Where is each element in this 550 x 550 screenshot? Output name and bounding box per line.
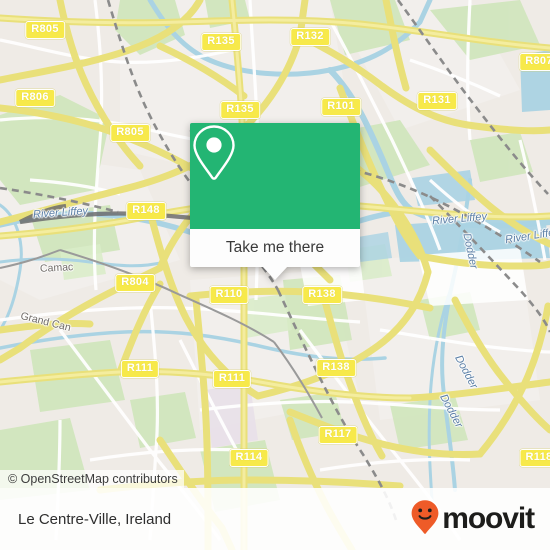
road-shield[interactable]: R804 — [115, 274, 155, 292]
road-shield[interactable]: R138 — [302, 286, 342, 304]
road-shield[interactable]: R135 — [220, 101, 260, 119]
road-shield[interactable]: R148 — [126, 202, 166, 220]
take-me-there-label: Take me there — [225, 239, 325, 256]
road-shield[interactable]: R117 — [318, 426, 358, 444]
moovit-wordmark: moovit — [442, 502, 535, 535]
road-shield[interactable]: R111 — [120, 360, 160, 378]
osm-attribution-text: © OpenStreetMap contributors — [8, 472, 178, 486]
popup-tail-pointer — [262, 266, 288, 280]
destination-popup: Take me there — [190, 123, 360, 280]
moovit-logo[interactable]: moovit — [410, 499, 535, 540]
take-me-there-button[interactable]: Take me there — [190, 229, 360, 267]
popup-image-panel — [190, 123, 360, 229]
road-shield[interactable]: R131 — [417, 92, 457, 110]
road-shield[interactable]: R807 — [519, 53, 550, 71]
map-canvas[interactable]: R805 R135 R132 R806 R135 R101 R131 R807 … — [0, 0, 550, 550]
road-shield[interactable]: R138 — [316, 359, 356, 377]
road-shield[interactable]: R101 — [321, 98, 361, 116]
osm-attribution[interactable]: © OpenStreetMap contributors — [0, 470, 184, 488]
road-shield[interactable]: R114 — [229, 449, 269, 467]
road-shield[interactable]: R806 — [15, 89, 55, 107]
road-shield[interactable]: R805 — [110, 124, 150, 142]
road-shield[interactable]: R111 — [212, 370, 252, 388]
road-shield[interactable]: R132 — [290, 28, 330, 46]
road-shield[interactable]: R135 — [201, 33, 241, 51]
road-shield[interactable]: R110 — [209, 286, 249, 304]
moovit-smiley-pin-icon — [410, 499, 440, 540]
location-title: Le Centre-Ville, Ireland — [18, 510, 172, 528]
footer-bar: Le Centre-Ville, Ireland moovit — [0, 488, 550, 550]
moovit-map-screen: R805 R135 R132 R806 R135 R101 R131 R807 … — [0, 0, 550, 550]
road-shield[interactable]: R118 — [519, 449, 550, 467]
road-shield[interactable]: R805 — [25, 21, 65, 39]
